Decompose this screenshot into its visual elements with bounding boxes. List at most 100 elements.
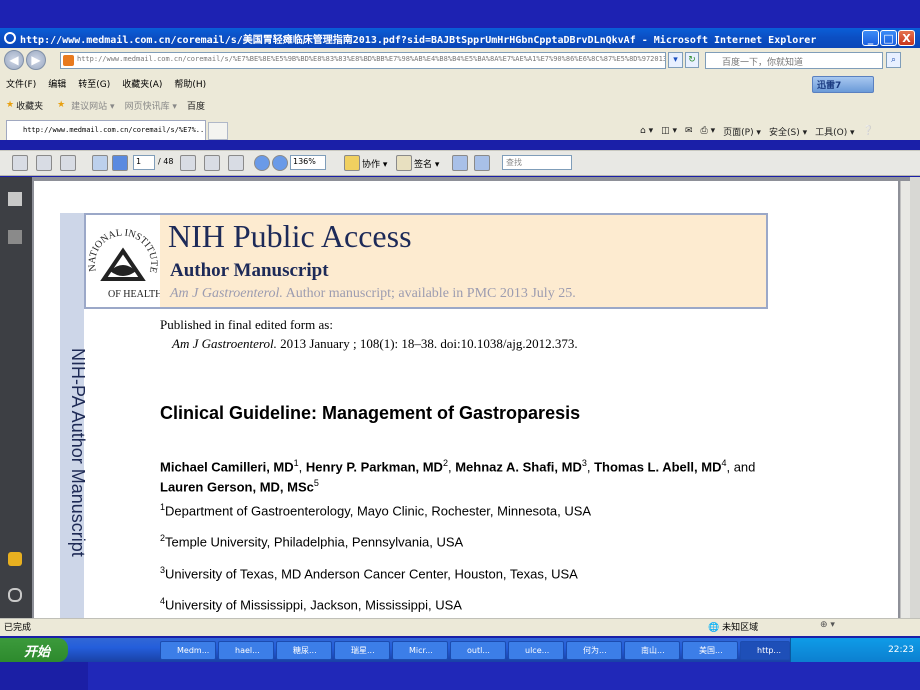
sign-icon[interactable]: [396, 155, 412, 171]
forward-button[interactable]: ▶: [26, 50, 46, 70]
email-icon[interactable]: [60, 155, 76, 171]
hand-tool-icon[interactable]: [204, 155, 220, 171]
search-placeholder: 百度一下，你就知道: [722, 58, 804, 68]
author-sup: 3: [581, 458, 587, 468]
published-label: Published in final edited form as:: [160, 317, 333, 332]
author-name: Henry P. Parkman, MD: [305, 459, 443, 475]
security-zone: 🌐 未知区域: [708, 623, 759, 633]
find-input[interactable]: 查找: [502, 155, 572, 170]
comments-panel-icon[interactable]: [8, 552, 22, 566]
sign-button[interactable]: 签名 ▾: [414, 157, 439, 170]
fav-item-baidu[interactable]: 百度: [187, 99, 205, 112]
system-tray: 22:23: [790, 638, 920, 662]
taskbar-item-active[interactable]: http...: [740, 641, 790, 660]
start-label: 开始: [24, 644, 51, 660]
address-input[interactable]: http://www.medmail.com.cn/coremail/s/%E7…: [60, 52, 666, 69]
vertical-scrollbar[interactable]: [900, 181, 910, 618]
command-bar: ⌂ ▾ ◫ ▾ ✉ ⎙ ▾ 页面(P) ▾ 安全(S) ▾ 工具(O) ▾ ❔: [640, 122, 910, 140]
taskbar-item[interactable]: hael...: [218, 641, 274, 660]
tab-current[interactable]: http://www.medmail.com.cn/coremail/s/%E7…: [6, 120, 206, 140]
pages-panel-icon[interactable]: [8, 192, 22, 206]
menu-goto[interactable]: 转至(G): [78, 77, 110, 90]
minimize-button[interactable]: _: [862, 30, 879, 46]
search-go-button[interactable]: ⌕: [886, 52, 901, 68]
menu-favorites[interactable]: 收藏夹(A): [122, 77, 162, 90]
zoom-select[interactable]: 136%: [290, 155, 326, 170]
author-sup: 5: [313, 478, 319, 489]
close-button[interactable]: X: [898, 30, 915, 46]
status-zoom-button[interactable]: ⊕ ▾: [820, 620, 835, 630]
xunlei-button[interactable]: 迅雷7: [812, 76, 874, 93]
cmd-page[interactable]: 页面(P) ▾: [723, 125, 761, 138]
attachments-panel-icon[interactable]: [8, 588, 22, 602]
published-citation: Am J Gastroenterol. 2013 January ; 108(1…: [172, 336, 578, 352]
author-name: Lauren Gerson, MD, MSc: [160, 479, 314, 495]
next-page-icon[interactable]: [112, 155, 128, 171]
affiliation-item: 1Department of Gastroenterology, Mayo Cl…: [160, 502, 591, 518]
maximize-button[interactable]: □: [880, 30, 897, 46]
zoom-in-icon[interactable]: [272, 155, 288, 171]
affiliation-text: University of Mississippi, Jackson, Miss…: [165, 597, 462, 613]
svg-text:OF HEALTH: OF HEALTH: [108, 289, 160, 300]
menu-bar: 文件(F) 编辑 转至(G) 收藏夹(A) 帮助(H): [0, 72, 920, 94]
author-sup: 1: [293, 458, 299, 468]
taskbar-item[interactable]: 南山...: [624, 641, 680, 660]
svg-text:NATIONAL INSTITUTES: NATIONAL INSTITUTES: [86, 215, 159, 274]
pub-journal: Am J Gastroenterol.: [172, 336, 277, 351]
xunlei-label: 迅雷7: [817, 81, 842, 91]
taskbar-item[interactable]: Medm...: [160, 641, 216, 660]
address-dropdown-button[interactable]: ▾: [668, 52, 683, 68]
help-icon[interactable]: ❔: [863, 126, 874, 136]
fav-item-webslice[interactable]: 网页快讯库 ▾: [125, 99, 177, 112]
favorites-star-icon: ★: [6, 100, 15, 110]
zoom-out-icon[interactable]: [254, 155, 270, 171]
taskbar-item[interactable]: 瑞星...: [334, 641, 390, 660]
feeds-icon[interactable]: ◫ ▾: [661, 126, 677, 136]
menu-file[interactable]: 文件(F): [6, 77, 36, 90]
menu-edit[interactable]: 编辑: [48, 77, 66, 90]
home-icon[interactable]: ⌂ ▾: [640, 126, 653, 136]
author-sup: 2: [442, 458, 448, 468]
taskbar-item[interactable]: ulce...: [508, 641, 564, 660]
fit-width-icon[interactable]: [452, 155, 468, 171]
pub-rest: 2013 January ; 108(1): 18–38. doi:10.103…: [276, 336, 578, 351]
add-favorite-icon[interactable]: ★: [57, 100, 65, 110]
taskbar-item[interactable]: Micr...: [392, 641, 448, 660]
prev-page-icon[interactable]: [92, 155, 108, 171]
mail-icon[interactable]: ✉: [685, 126, 693, 136]
signatures-panel-icon[interactable]: [8, 230, 22, 244]
cmd-tools[interactable]: 工具(O) ▾: [815, 125, 855, 138]
taskbar-item[interactable]: 糖尿...: [276, 641, 332, 660]
author-name: Michael Camilleri, MD: [160, 459, 294, 475]
refresh-icon[interactable]: ↻: [685, 52, 699, 68]
author-manuscript-subtitle: Author Manuscript: [170, 260, 329, 281]
print-icon[interactable]: [12, 155, 28, 171]
affiliation-text: Department of Gastroenterology, Mayo Cli…: [165, 503, 592, 519]
taskbar-item[interactable]: outl...: [450, 641, 506, 660]
taskbar-item[interactable]: 何为...: [566, 641, 622, 660]
back-button[interactable]: ◀: [4, 50, 24, 70]
taskbar-item[interactable]: 美国...: [682, 641, 738, 660]
favorites-button[interactable]: 收藏夹: [16, 99, 43, 112]
affiliation-text: University of Texas, MD Anderson Cancer …: [165, 566, 578, 582]
menu-help[interactable]: 帮助(H): [174, 77, 206, 90]
print-icon[interactable]: ⎙ ▾: [701, 126, 716, 136]
collaborate-icon[interactable]: [344, 155, 360, 171]
page-number-input[interactable]: 1: [133, 155, 155, 170]
fit-page-icon[interactable]: [474, 155, 490, 171]
new-tab-button[interactable]: [208, 122, 228, 140]
select-tool-icon[interactable]: [180, 155, 196, 171]
cmd-safety[interactable]: 安全(S) ▾: [769, 125, 807, 138]
fav-item-suggested[interactable]: 建议网站 ▾: [71, 99, 114, 112]
slide-top-frame: [0, 0, 920, 28]
collaborate-button[interactable]: 协作 ▾: [362, 157, 387, 170]
zoom-tool-icon[interactable]: [228, 155, 244, 171]
start-button[interactable]: 开始: [0, 638, 68, 662]
window-right-edge: [910, 177, 920, 618]
paper-title: Clinical Guideline: Management of Gastro…: [160, 403, 581, 423]
clock[interactable]: 22:23: [888, 645, 914, 655]
search-input[interactable]: 百度一下，你就知道: [705, 52, 883, 69]
window-title-bar: http://www.medmail.com.cn/coremail/s/美国胃…: [0, 28, 920, 48]
save-icon[interactable]: [36, 155, 52, 171]
tab-title: http://www.medmail.com.cn/coremail/s/%E7…: [23, 126, 206, 134]
